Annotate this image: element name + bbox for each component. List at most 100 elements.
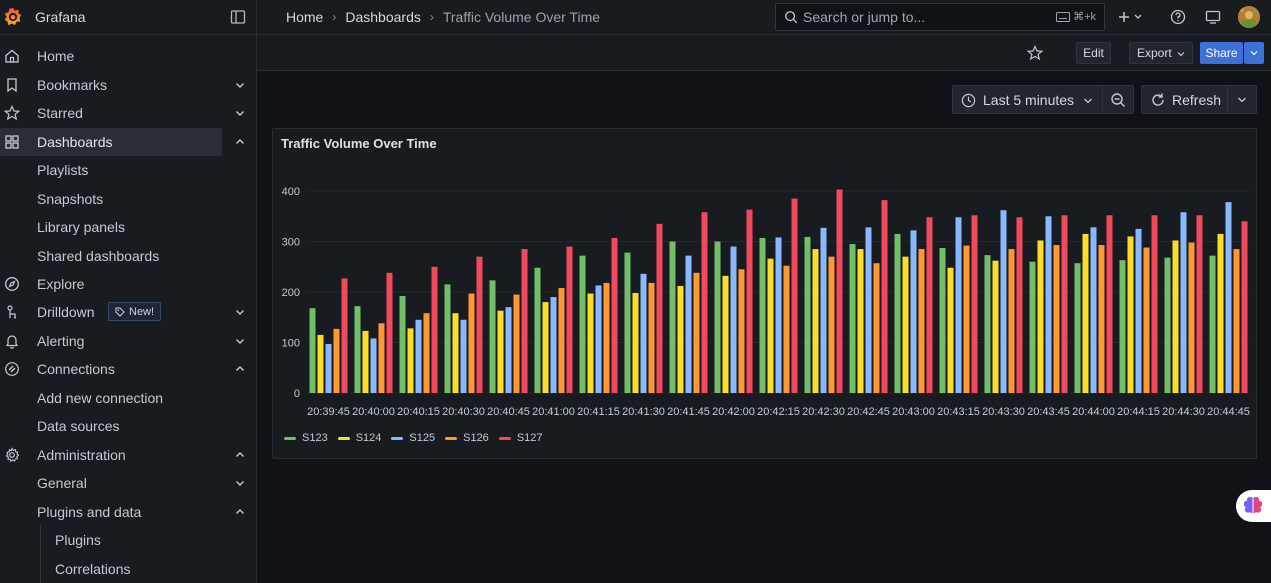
- bar-s125: [1225, 202, 1232, 393]
- sidebar-item-library-panels[interactable]: Library panels: [0, 213, 257, 241]
- sidebar-item-add-new-connection[interactable]: Add new connection: [0, 384, 257, 412]
- y-tick-label: 100: [282, 338, 300, 350]
- dock-menu-icon[interactable]: [230, 9, 246, 25]
- sidebar-item-bookmarks[interactable]: Bookmarks: [0, 71, 257, 99]
- legend-item[interactable]: S123: [284, 432, 328, 444]
- bar-s126: [333, 328, 340, 393]
- chevron-up-icon[interactable]: [234, 136, 246, 148]
- chevron-down-icon[interactable]: [234, 306, 246, 318]
- sidebar-item-plugins-and-data[interactable]: Plugins and data: [0, 498, 257, 526]
- bar-s124: [497, 310, 504, 393]
- legend-item[interactable]: S125: [391, 432, 435, 444]
- sidebar-item-data-sources[interactable]: Data sources: [0, 412, 257, 440]
- export-button[interactable]: Export: [1129, 42, 1193, 64]
- bar-s124: [362, 330, 369, 393]
- keyboard-icon: [1056, 11, 1071, 22]
- bar-s123: [624, 252, 631, 393]
- bar-s123: [1074, 263, 1081, 393]
- zoom-out-button[interactable]: [1103, 85, 1134, 114]
- breadcrumb-home[interactable]: Home: [286, 9, 323, 25]
- bar-s126: [828, 256, 835, 393]
- star-icon[interactable]: [1027, 45, 1043, 61]
- chevron-down-icon: [1238, 97, 1246, 103]
- chevron-down-icon[interactable]: [234, 107, 246, 119]
- chart-legend: S123 S124 S125 S126 S127: [284, 432, 543, 444]
- bar-s126: [1098, 245, 1105, 393]
- breadcrumb-current: Traffic Volume Over Time: [442, 9, 601, 25]
- x-tick-label: 20:44:15: [1117, 406, 1160, 418]
- breadcrumb-dashboards[interactable]: Dashboards: [345, 9, 421, 25]
- sidebar: Home Bookmarks Starred Dashboards Playli…: [0, 35, 257, 583]
- bar-s125: [730, 246, 737, 393]
- bar-s123: [534, 267, 541, 393]
- bar-s124: [1082, 233, 1089, 393]
- bar-s127: [656, 223, 663, 393]
- bar-s124: [587, 293, 594, 393]
- bar-s126: [558, 287, 565, 393]
- bar-s124: [1172, 240, 1179, 393]
- chevron-down-icon[interactable]: [234, 477, 246, 489]
- bar-s125: [955, 217, 962, 393]
- sidebar-item-drilldown[interactable]: Drilldown New!: [0, 298, 257, 326]
- dashboard-toolbar: Edit Export Share: [257, 35, 1271, 71]
- bar-s123: [1119, 260, 1126, 393]
- bar-s127: [1196, 215, 1203, 393]
- time-range-picker[interactable]: Last 5 minutes: [952, 85, 1103, 114]
- sidebar-item-plugins[interactable]: Plugins: [0, 526, 257, 554]
- sidebar-item-general[interactable]: General: [0, 469, 257, 497]
- legend-item[interactable]: S126: [445, 432, 489, 444]
- grafana-app: Grafana Home › Dashboards › Traffic Volu…: [0, 0, 1271, 583]
- chevron-up-icon[interactable]: [234, 506, 246, 518]
- sidebar-item-label: General: [37, 475, 87, 491]
- dashboards-icon: [5, 135, 19, 149]
- sidebar-item-label: Administration: [37, 447, 126, 463]
- sidebar-item-explore[interactable]: Explore: [0, 270, 257, 298]
- chart-panel[interactable]: Traffic Volume Over Time 0 100 200 300 400 20…: [272, 128, 1257, 459]
- bar-s124: [542, 302, 549, 393]
- legend-item[interactable]: S127: [498, 432, 543, 444]
- refresh-interval-dropdown[interactable]: [1228, 85, 1257, 114]
- chevron-down-icon[interactable]: [234, 335, 246, 347]
- bar-s125: [550, 297, 557, 393]
- bar-s123: [579, 255, 586, 393]
- grafana-logo-icon[interactable]: [2, 6, 24, 28]
- sidebar-item-shared-dashboards[interactable]: Shared dashboards: [0, 242, 257, 270]
- sidebar-item-starred[interactable]: Starred: [0, 99, 257, 127]
- chevron-up-icon[interactable]: [234, 363, 246, 375]
- bar-s125: [1180, 212, 1187, 393]
- bookmark-icon: [7, 78, 17, 93]
- edit-button[interactable]: Edit: [1076, 42, 1111, 64]
- news-icon[interactable]: [1205, 9, 1221, 25]
- sidebar-item-playlists[interactable]: Playlists: [0, 156, 257, 184]
- chevron-down-icon[interactable]: [234, 79, 246, 91]
- sidebar-item-home[interactable]: Home: [0, 42, 257, 70]
- assistant-button[interactable]: [1236, 490, 1271, 522]
- sidebar-item-dashboards[interactable]: Dashboards: [0, 128, 222, 156]
- share-dropdown-button[interactable]: [1244, 42, 1264, 64]
- legend-item[interactable]: S124: [337, 432, 381, 444]
- search-input[interactable]: Search or jump to... ⌘+k: [775, 3, 1105, 31]
- sidebar-item-correlations[interactable]: Correlations: [0, 555, 257, 583]
- bar-s123: [399, 296, 406, 393]
- home-icon: [5, 49, 19, 63]
- bar-s126: [648, 282, 655, 393]
- bar-s127: [926, 217, 933, 393]
- bar-s125: [505, 307, 512, 393]
- chevron-up-icon[interactable]: [234, 449, 246, 461]
- x-tick-label: 20:41:45: [667, 406, 710, 418]
- bar-s126: [423, 313, 430, 393]
- sidebar-item-label: Bookmarks: [37, 77, 108, 93]
- sidebar-item-alerting[interactable]: Alerting: [0, 327, 257, 355]
- add-new-icon[interactable]: [1118, 9, 1144, 25]
- bar-s123: [1209, 255, 1216, 393]
- help-icon[interactable]: [1170, 9, 1186, 25]
- sidebar-item-connections[interactable]: Connections: [0, 355, 257, 383]
- sidebar-item-administration[interactable]: Administration: [0, 441, 257, 469]
- search-shortcut-label: ⌘+k: [1073, 11, 1096, 23]
- user-avatar[interactable]: [1238, 6, 1260, 28]
- bar-s123: [849, 244, 856, 393]
- share-button[interactable]: Share: [1200, 42, 1243, 64]
- bar-s125: [640, 273, 647, 393]
- sidebar-item-snapshots[interactable]: Snapshots: [0, 185, 257, 213]
- refresh-button[interactable]: Refresh: [1141, 85, 1228, 114]
